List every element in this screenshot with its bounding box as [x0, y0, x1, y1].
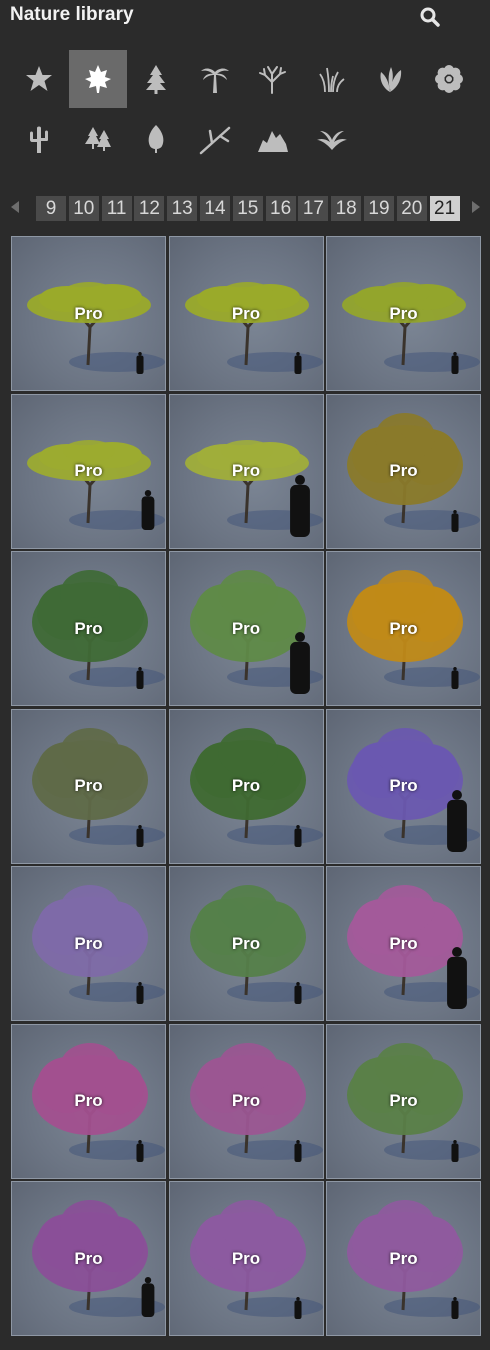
asset-thumbnail[interactable]: Pro	[168, 708, 324, 864]
tree-image	[184, 439, 323, 537]
tree-image	[32, 727, 165, 847]
asset-thumbnail[interactable]: Pro	[11, 393, 166, 549]
page-button-17[interactable]: 17	[298, 196, 329, 221]
asset-thumbnail[interactable]: Pro	[11, 551, 166, 706]
flower-icon[interactable]	[420, 50, 478, 108]
grass-icon[interactable]	[303, 50, 361, 108]
bare-tree-icon[interactable]	[244, 50, 302, 108]
tree-image	[347, 727, 480, 852]
page-button-14[interactable]: 14	[200, 196, 230, 221]
asset-thumbnail[interactable]: Pro	[168, 866, 324, 1021]
page-button-16[interactable]: 16	[265, 196, 296, 221]
tree-image	[189, 570, 323, 694]
page-button-19[interactable]: 19	[364, 196, 394, 221]
header: Nature library	[0, 0, 490, 34]
tree-image	[184, 282, 323, 374]
tree-image	[27, 282, 165, 374]
page-button-11[interactable]: 11	[101, 196, 132, 221]
tree-image	[32, 570, 165, 689]
cactus-icon[interactable]	[10, 110, 68, 168]
pagination: 9 10 11 12 13 14 15 16 17 18 19 20 21	[0, 193, 490, 223]
tree-image	[189, 1042, 323, 1162]
tree-image	[347, 885, 480, 1009]
tree-image	[32, 1042, 165, 1162]
asset-thumbnail[interactable]: Pro	[326, 708, 481, 864]
forest-icon[interactable]	[69, 110, 127, 168]
maple-leaf-icon[interactable]	[68, 50, 127, 108]
tree-image	[189, 1200, 323, 1319]
page-button-15[interactable]: 15	[232, 196, 263, 221]
palm-tree-icon[interactable]	[186, 50, 244, 108]
asset-thumbnail[interactable]: Pro	[326, 1181, 481, 1336]
asset-thumbnail[interactable]: Pro	[11, 708, 166, 864]
asset-thumbnail[interactable]: Pro	[168, 236, 324, 391]
star-icon[interactable]	[10, 50, 68, 108]
fern-icon[interactable]	[303, 110, 361, 168]
tree-image	[347, 1200, 480, 1319]
asset-thumbnail[interactable]: Pro	[168, 1181, 324, 1336]
branch-icon[interactable]	[186, 110, 244, 168]
tree-image	[189, 885, 323, 1004]
asset-thumbnail[interactable]: Pro	[326, 393, 481, 549]
asset-thumbnail[interactable]: Pro	[326, 866, 481, 1021]
asset-thumbnail[interactable]: Pro	[326, 236, 481, 391]
panel-title: Nature library	[10, 4, 134, 25]
rocks-icon[interactable]	[244, 110, 302, 168]
asset-thumbnail[interactable]: Pro	[326, 551, 481, 706]
search-icon[interactable]	[418, 5, 442, 29]
page-button-10[interactable]: 10	[68, 196, 99, 221]
page-button-21[interactable]: 21	[429, 196, 460, 221]
page-button-20[interactable]: 20	[396, 196, 427, 221]
tree-image	[347, 570, 480, 689]
tree-image	[189, 727, 323, 847]
asset-thumbnail[interactable]: Pro	[11, 866, 166, 1021]
tree-image	[342, 282, 480, 374]
asset-thumbnail[interactable]: Pro	[168, 393, 324, 549]
shrub-leaves-icon[interactable]	[361, 50, 419, 108]
asset-thumbnail[interactable]: Pro	[11, 1181, 166, 1336]
arrow-left-icon[interactable]	[7, 199, 23, 215]
tree-image	[347, 412, 480, 532]
page-button-12[interactable]: 12	[134, 196, 165, 221]
tree-image	[32, 1200, 165, 1317]
asset-thumbnail[interactable]: Pro	[326, 1023, 481, 1179]
tree-image	[32, 885, 165, 1004]
asset-thumbnail[interactable]: Pro	[11, 236, 166, 391]
asset-thumbnail[interactable]: Pro	[168, 551, 324, 706]
leaf-icon[interactable]	[127, 110, 185, 168]
page-button-18[interactable]: 18	[331, 196, 362, 221]
page-button-13[interactable]: 13	[167, 196, 198, 221]
tree-image	[27, 439, 165, 530]
conifer-tree-icon[interactable]	[127, 50, 185, 108]
asset-thumbnail[interactable]: Pro	[168, 1023, 324, 1179]
page-button-9[interactable]: 9	[36, 196, 66, 221]
tree-image	[347, 1042, 480, 1162]
arrow-right-icon[interactable]	[468, 199, 484, 215]
asset-thumbnail[interactable]: Pro	[11, 1023, 166, 1179]
